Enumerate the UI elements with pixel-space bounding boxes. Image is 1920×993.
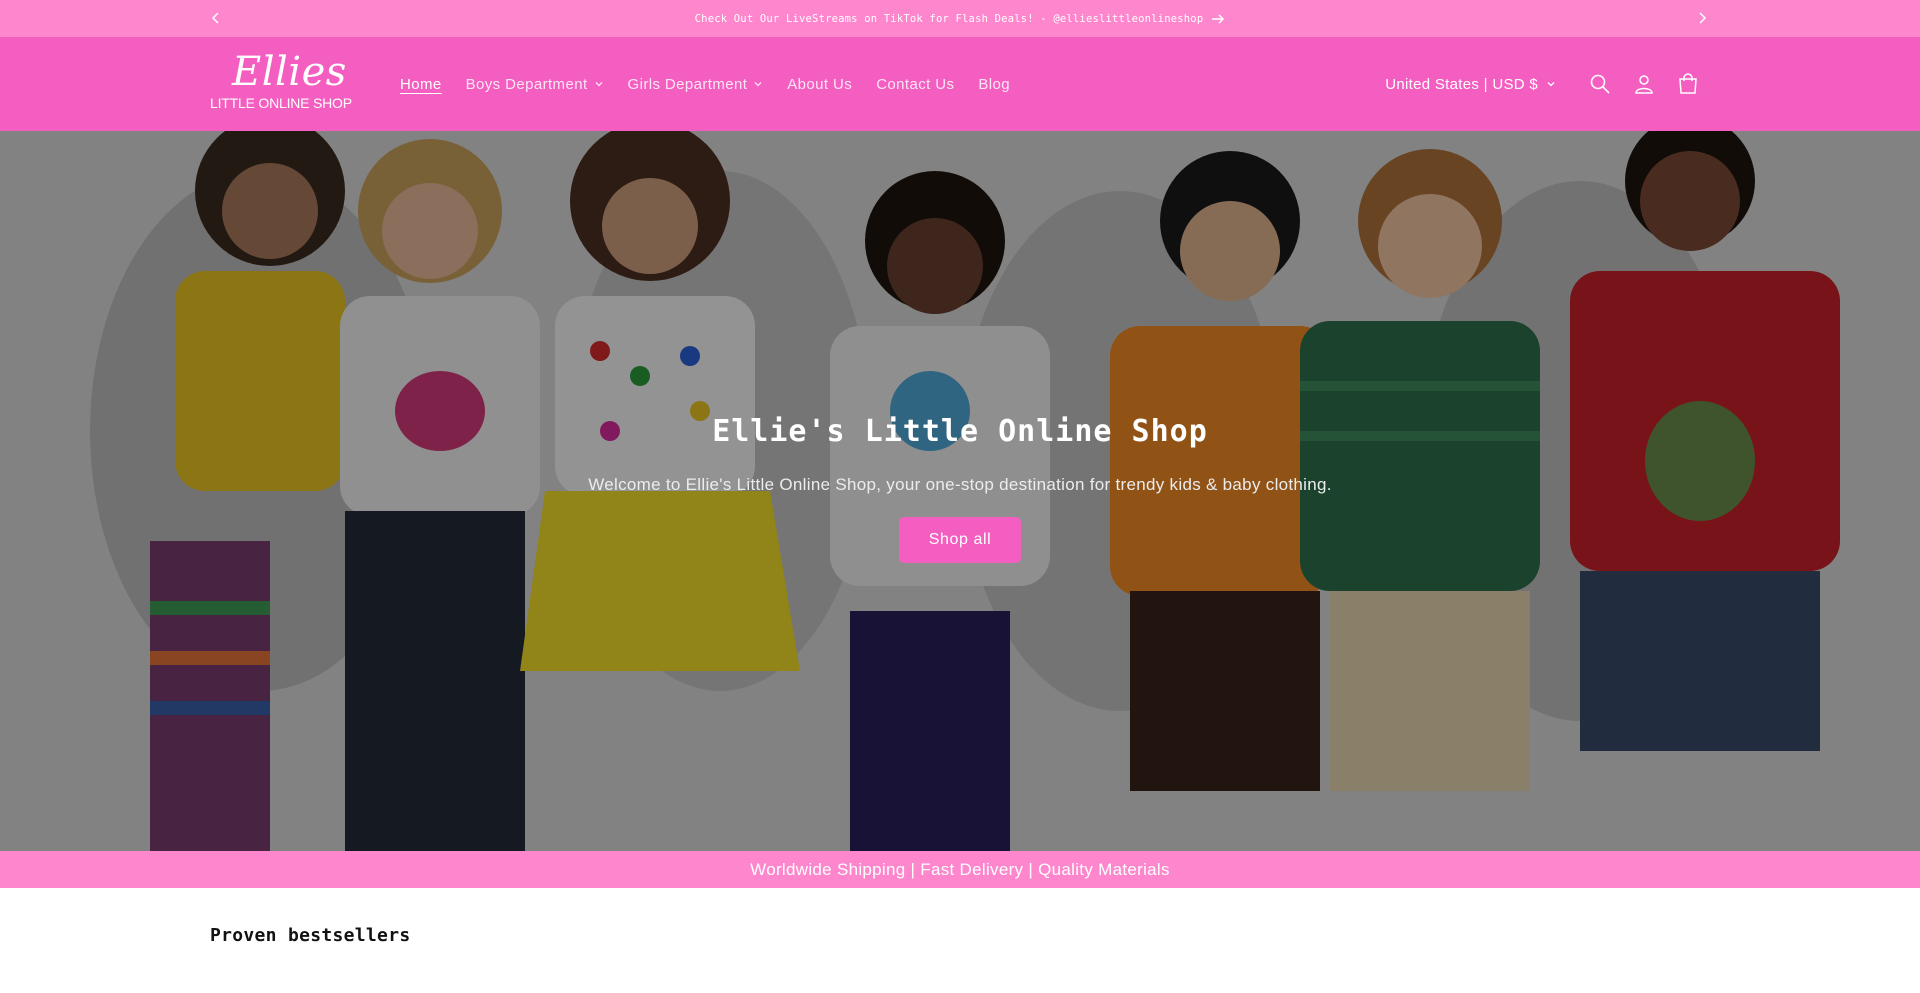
locale-label: United States | USD $ xyxy=(1385,75,1538,93)
nav-about-us[interactable]: About Us xyxy=(787,76,852,93)
logo-wordmark: Ellies xyxy=(232,49,347,95)
nav-home[interactable]: Home xyxy=(400,76,442,93)
header-actions: United States | USD $ xyxy=(1385,37,1710,131)
shipping-strip-text: Worldwide Shipping | Fast Delivery | Qua… xyxy=(750,859,1170,879)
announcement-prev-button[interactable] xyxy=(205,7,227,29)
site-header: Ellies LITTLE ONLINE SHOP Home Boys Depa… xyxy=(0,37,1920,131)
shipping-strip: Worldwide Shipping | Fast Delivery | Qua… xyxy=(0,851,1920,888)
nav-contact-us[interactable]: Contact Us xyxy=(876,76,954,93)
announcement-link[interactable]: Check Out Our LiveStreams on TikTok for … xyxy=(695,13,1226,25)
hero-banner: Ellie's Little Online Shop Welcome to El… xyxy=(0,131,1920,851)
cart-button[interactable] xyxy=(1666,62,1710,106)
shop-all-button[interactable]: Shop all xyxy=(899,517,1021,563)
bestsellers-title: Proven bestsellers xyxy=(210,925,411,946)
nav-girls-department[interactable]: Girls Department xyxy=(628,76,764,93)
announcement-next-button[interactable] xyxy=(1691,7,1713,29)
main-nav: Home Boys Department Girls Department Ab… xyxy=(400,37,1034,131)
logo-tagline: LITTLE ONLINE SHOP xyxy=(210,95,352,111)
arrow-right-icon xyxy=(1212,13,1225,24)
nav-boys-department[interactable]: Boys Department xyxy=(466,76,604,93)
search-button[interactable] xyxy=(1578,62,1622,106)
hero-title: Ellie's Little Online Shop xyxy=(712,414,1208,449)
nav-home-label: Home xyxy=(400,75,442,93)
chevron-down-icon xyxy=(754,82,762,87)
nav-about-label: About Us xyxy=(787,75,853,93)
chevron-left-icon xyxy=(211,12,219,24)
chevron-down-icon xyxy=(1547,82,1555,87)
cart-icon xyxy=(1679,73,1697,94)
nav-blog-label: Blog xyxy=(978,75,1011,93)
account-icon xyxy=(1635,75,1653,94)
store-logo[interactable]: Ellies LITTLE ONLINE SHOP xyxy=(210,49,360,117)
chevron-down-icon xyxy=(595,82,602,87)
locale-selector[interactable]: United States | USD $ xyxy=(1385,76,1556,93)
nav-contact-label: Contact Us xyxy=(876,75,955,93)
hero-content: Ellie's Little Online Shop Welcome to El… xyxy=(0,414,1920,563)
nav-girls-label: Girls Department xyxy=(627,75,748,93)
hero-subtitle: Welcome to Ellie's Little Online Shop, y… xyxy=(588,475,1332,494)
announcement-bar: Check Out Our LiveStreams on TikTok for … xyxy=(0,0,1920,37)
nav-boys-label: Boys Department xyxy=(465,75,588,93)
account-button[interactable] xyxy=(1622,62,1666,106)
nav-blog[interactable]: Blog xyxy=(978,76,1010,93)
announcement-text: Check Out Our LiveStreams on TikTok for … xyxy=(694,12,1204,25)
search-icon xyxy=(1590,74,1610,94)
chevron-right-icon xyxy=(1699,12,1707,24)
